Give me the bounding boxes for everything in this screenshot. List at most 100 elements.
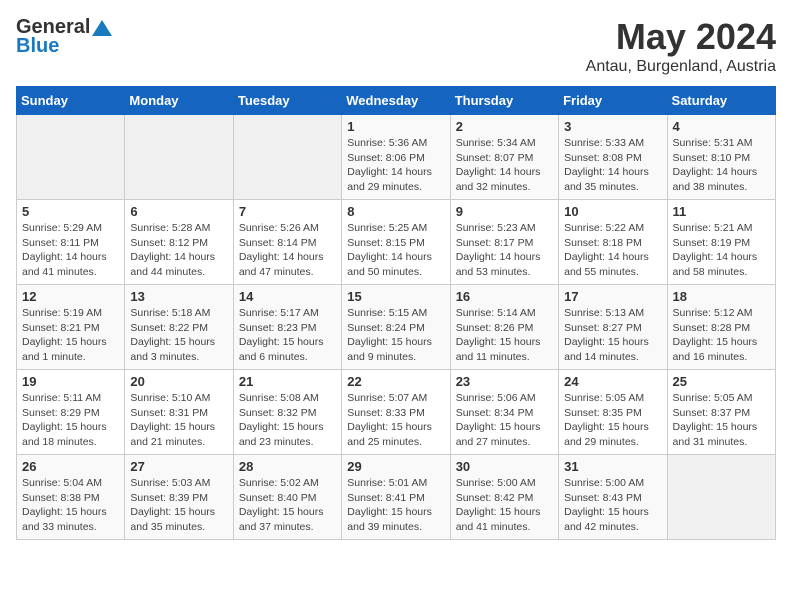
day-number: 27 [130, 459, 227, 474]
day-info: Sunrise: 5:15 AMSunset: 8:24 PMDaylight:… [347, 306, 444, 365]
day-number: 23 [456, 374, 553, 389]
day-number: 29 [347, 459, 444, 474]
day-info: Sunrise: 5:14 AMSunset: 8:26 PMDaylight:… [456, 306, 553, 365]
day-info: Sunrise: 5:33 AMSunset: 8:08 PMDaylight:… [564, 136, 661, 195]
day-info: Sunrise: 5:19 AMSunset: 8:21 PMDaylight:… [22, 306, 119, 365]
calendar-cell: 1 Sunrise: 5:36 AMSunset: 8:06 PMDaylight… [342, 115, 450, 200]
calendar-cell: 20 Sunrise: 5:10 AMSunset: 8:31 PMDayligh… [125, 370, 233, 455]
calendar-cell: 27 Sunrise: 5:03 AMSunset: 8:39 PMDayligh… [125, 455, 233, 540]
weekday-header-sunday: Sunday [17, 87, 125, 115]
day-info: Sunrise: 5:25 AMSunset: 8:15 PMDaylight:… [347, 221, 444, 280]
weekday-header-monday: Monday [125, 87, 233, 115]
calendar-cell: 9Sunrise: 5:23 AMSunset: 8:17 PMDaylight… [450, 200, 558, 285]
calendar-cell: 17 Sunrise: 5:13 AMSunset: 8:27 PMDayligh… [559, 285, 667, 370]
calendar-cell: 31 Sunrise: 5:00 AMSunset: 8:43 PMDayligh… [559, 455, 667, 540]
weekday-header-tuesday: Tuesday [233, 87, 341, 115]
day-info: Sunrise: 5:34 AMSunset: 8:07 PMDaylight:… [456, 136, 553, 195]
calendar-cell: 11Sunrise: 5:21 AMSunset: 8:19 PMDayligh… [667, 200, 775, 285]
day-number: 25 [673, 374, 770, 389]
weekday-header-wednesday: Wednesday [342, 87, 450, 115]
day-number: 4 [673, 119, 770, 134]
calendar-cell: 24 Sunrise: 5:05 AMSunset: 8:35 PMDayligh… [559, 370, 667, 455]
day-info: Sunrise: 5:13 AMSunset: 8:27 PMDaylight:… [564, 306, 661, 365]
day-info: Sunrise: 5:05 AMSunset: 8:37 PMDaylight:… [673, 391, 770, 450]
day-info: Sunrise: 5:28 AMSunset: 8:12 PMDaylight:… [130, 221, 227, 280]
weekday-header-thursday: Thursday [450, 87, 558, 115]
logo-triangle-icon [92, 18, 112, 38]
day-number: 9 [456, 204, 553, 219]
day-number: 1 [347, 119, 444, 134]
day-number: 3 [564, 119, 661, 134]
day-info: Sunrise: 5:31 AMSunset: 8:10 PMDaylight:… [673, 136, 770, 195]
calendar-cell [125, 115, 233, 200]
weekday-header-saturday: Saturday [667, 87, 775, 115]
calendar-cell: 8 Sunrise: 5:25 AMSunset: 8:15 PMDaylight… [342, 200, 450, 285]
logo: General Blue [16, 16, 112, 58]
day-number: 18 [673, 289, 770, 304]
calendar-cell: 12 Sunrise: 5:19 AMSunset: 8:21 PMDayligh… [17, 285, 125, 370]
calendar-cell [667, 455, 775, 540]
day-info: Sunrise: 5:12 AMSunset: 8:28 PMDaylight:… [673, 306, 770, 365]
day-number: 6 [130, 204, 227, 219]
day-info: Sunrise: 5:22 AMSunset: 8:18 PMDaylight:… [564, 221, 661, 280]
calendar-cell: 2 Sunrise: 5:34 AMSunset: 8:07 PMDaylight… [450, 115, 558, 200]
calendar-cell [17, 115, 125, 200]
title-area: May 2024 Antau, Burgenland, Austria [586, 16, 776, 76]
calendar-cell: 21Sunrise: 5:08 AMSunset: 8:32 PMDayligh… [233, 370, 341, 455]
day-number: 13 [130, 289, 227, 304]
day-number: 20 [130, 374, 227, 389]
calendar-cell [233, 115, 341, 200]
header: General Blue May 2024 Antau, Burgenland,… [16, 16, 776, 76]
day-number: 17 [564, 289, 661, 304]
day-number: 22 [347, 374, 444, 389]
day-number: 19 [22, 374, 119, 389]
weekday-header-friday: Friday [559, 87, 667, 115]
day-number: 24 [564, 374, 661, 389]
day-info: Sunrise: 5:00 AMSunset: 8:43 PMDaylight:… [564, 476, 661, 535]
day-info: Sunrise: 5:05 AMSunset: 8:35 PMDaylight:… [564, 391, 661, 450]
month-title: May 2024 [586, 16, 776, 58]
day-number: 7 [239, 204, 336, 219]
day-info: Sunrise: 5:29 AMSunset: 8:11 PMDaylight:… [22, 221, 119, 280]
day-info: Sunrise: 5:02 AMSunset: 8:40 PMDaylight:… [239, 476, 336, 535]
calendar-cell: 22Sunrise: 5:07 AMSunset: 8:33 PMDayligh… [342, 370, 450, 455]
day-info: Sunrise: 5:10 AMSunset: 8:31 PMDaylight:… [130, 391, 227, 450]
day-info: Sunrise: 5:08 AMSunset: 8:32 PMDaylight:… [239, 391, 336, 450]
calendar-cell: 14 Sunrise: 5:17 AMSunset: 8:23 PMDayligh… [233, 285, 341, 370]
calendar-cell: 15 Sunrise: 5:15 AMSunset: 8:24 PMDayligh… [342, 285, 450, 370]
day-number: 5 [22, 204, 119, 219]
calendar-cell: 6 Sunrise: 5:28 AMSunset: 8:12 PMDaylight… [125, 200, 233, 285]
calendar-cell: 23 Sunrise: 5:06 AMSunset: 8:34 PMDayligh… [450, 370, 558, 455]
day-number: 15 [347, 289, 444, 304]
day-number: 30 [456, 459, 553, 474]
calendar-cell: 26Sunrise: 5:04 AMSunset: 8:38 PMDayligh… [17, 455, 125, 540]
day-info: Sunrise: 5:17 AMSunset: 8:23 PMDaylight:… [239, 306, 336, 365]
day-number: 14 [239, 289, 336, 304]
calendar-cell: 4 Sunrise: 5:31 AMSunset: 8:10 PMDaylight… [667, 115, 775, 200]
logo-blue-text: Blue [16, 35, 59, 58]
day-info: Sunrise: 5:36 AMSunset: 8:06 PMDaylight:… [347, 136, 444, 195]
day-number: 2 [456, 119, 553, 134]
day-info: Sunrise: 5:06 AMSunset: 8:34 PMDaylight:… [456, 391, 553, 450]
calendar-cell: 18 Sunrise: 5:12 AMSunset: 8:28 PMDayligh… [667, 285, 775, 370]
day-info: Sunrise: 5:04 AMSunset: 8:38 PMDaylight:… [22, 476, 119, 535]
calendar-cell: 25 Sunrise: 5:05 AMSunset: 8:37 PMDayligh… [667, 370, 775, 455]
calendar-cell: 16 Sunrise: 5:14 AMSunset: 8:26 PMDayligh… [450, 285, 558, 370]
calendar-cell: 30 Sunrise: 5:00 AMSunset: 8:42 PMDayligh… [450, 455, 558, 540]
calendar-cell: 13 Sunrise: 5:18 AMSunset: 8:22 PMDayligh… [125, 285, 233, 370]
day-number: 11 [673, 204, 770, 219]
day-number: 12 [22, 289, 119, 304]
day-number: 8 [347, 204, 444, 219]
day-info: Sunrise: 5:03 AMSunset: 8:39 PMDaylight:… [130, 476, 227, 535]
day-info: Sunrise: 5:01 AMSunset: 8:41 PMDaylight:… [347, 476, 444, 535]
calendar-cell: 28 Sunrise: 5:02 AMSunset: 8:40 PMDayligh… [233, 455, 341, 540]
day-info: Sunrise: 5:18 AMSunset: 8:22 PMDaylight:… [130, 306, 227, 365]
day-number: 28 [239, 459, 336, 474]
day-info: Sunrise: 5:00 AMSunset: 8:42 PMDaylight:… [456, 476, 553, 535]
calendar-cell: 7Sunrise: 5:26 AMSunset: 8:14 PMDaylight… [233, 200, 341, 285]
day-number: 10 [564, 204, 661, 219]
calendar-cell: 29 Sunrise: 5:01 AMSunset: 8:41 PMDayligh… [342, 455, 450, 540]
day-info: Sunrise: 5:11 AMSunset: 8:29 PMDaylight:… [22, 391, 119, 450]
day-number: 31 [564, 459, 661, 474]
day-number: 16 [456, 289, 553, 304]
